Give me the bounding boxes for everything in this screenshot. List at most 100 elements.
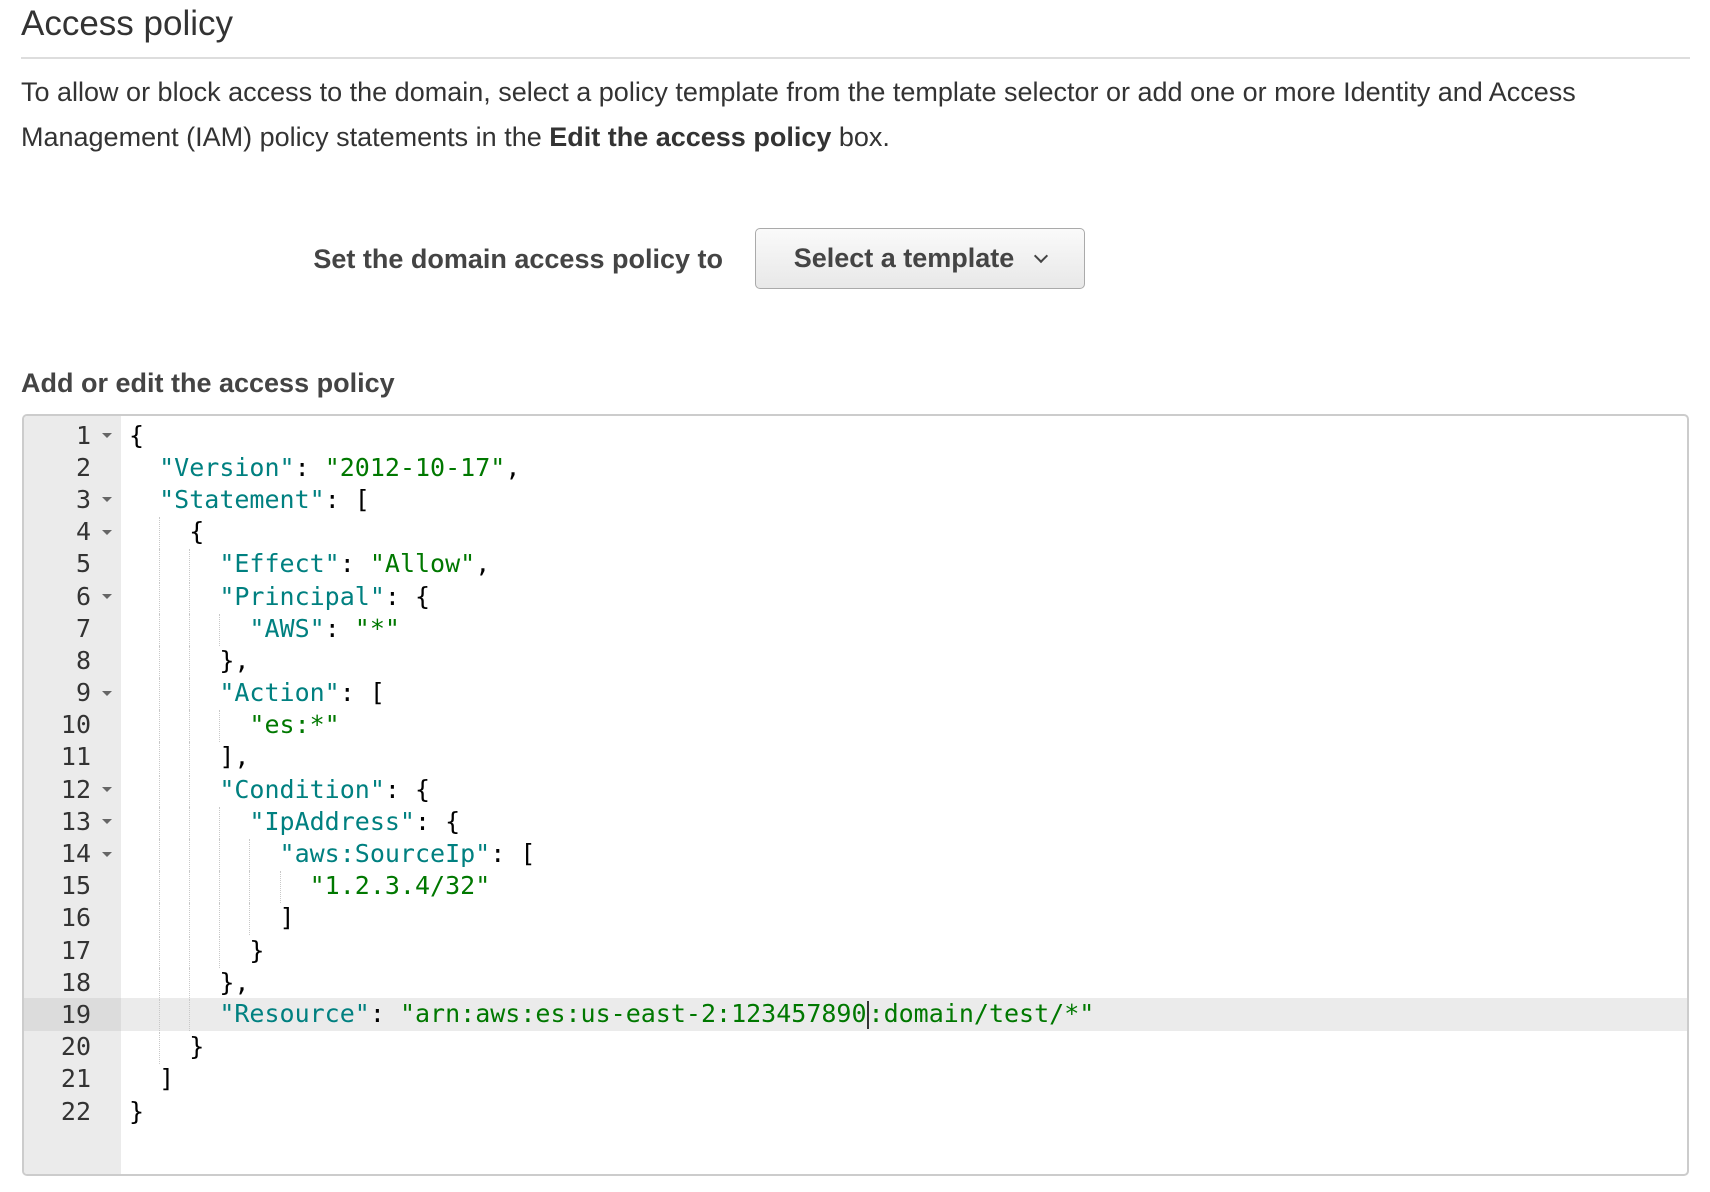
indent-guide (249, 839, 251, 872)
code-line[interactable]: 10 "es:*" (24, 709, 1687, 743)
code-line[interactable]: 18 }, (24, 966, 1687, 1000)
line-number-text: 17 (60, 935, 91, 965)
indent-guide (159, 742, 161, 775)
json-key: "AWS" (249, 613, 325, 643)
code-line[interactable]: 12 "Condition": { (24, 773, 1687, 807)
code-content: "Effect": "Allow", (121, 549, 490, 582)
line-number: 13 (24, 805, 121, 837)
line-number: 14 (24, 837, 121, 869)
line-number: 17 (24, 934, 121, 966)
json-punctuation: { (129, 420, 145, 450)
indent-guide (189, 839, 191, 872)
policy-code-editor[interactable]: 1{2 "Version": "2012-10-17", 3 "Statement… (22, 414, 1689, 1176)
line-number: 18 (24, 966, 121, 998)
indent-guide (189, 806, 191, 839)
code-line[interactable]: 8 }, (24, 644, 1687, 678)
line-number-text: 12 (60, 774, 91, 804)
json-punctuation: } (129, 1096, 145, 1126)
code-line[interactable]: 7 "AWS": "*" (24, 612, 1687, 646)
fold-toggle-icon[interactable] (102, 529, 112, 535)
line-number: 20 (24, 1031, 121, 1063)
line-number-text: 7 (75, 613, 91, 643)
json-punctuation: : (294, 452, 325, 482)
fold-toggle-icon[interactable] (102, 690, 112, 696)
indent-guide (189, 645, 191, 678)
fold-toggle-icon[interactable] (102, 594, 112, 600)
code-line[interactable]: 4 { (24, 516, 1687, 550)
indent-guide (159, 1032, 161, 1065)
code-line[interactable]: 6 "Principal": { (24, 580, 1687, 614)
line-number-text: 16 (60, 903, 91, 933)
code-line[interactable]: 20 } (24, 1031, 1687, 1065)
json-string: "*" (354, 613, 400, 643)
indent-guide (219, 839, 221, 872)
code-line[interactable]: 19 "Resource": "arn:aws:es:us-east-2:123… (24, 998, 1687, 1032)
json-punctuation: } (249, 935, 265, 965)
fold-toggle-icon[interactable] (102, 787, 112, 793)
indent-guide (159, 549, 161, 582)
template-select-value: Select a template (793, 243, 1015, 273)
line-number-text: 6 (75, 581, 91, 611)
line-number-text: 18 (60, 967, 91, 997)
code-line[interactable]: 1{ (24, 419, 1687, 451)
fold-toggle-icon[interactable] (102, 819, 112, 825)
code-content: } (121, 1032, 204, 1065)
editor-code-area[interactable]: 1{2 "Version": "2012-10-17", 3 "Statement… (24, 416, 1687, 1127)
line-number: 2 (24, 451, 121, 483)
json-key: "Statement" (159, 484, 325, 514)
indent-guide (159, 710, 161, 743)
title-divider (21, 57, 1690, 59)
code-content: ] (121, 1064, 174, 1093)
code-line[interactable]: 3 "Statement": [ (24, 483, 1687, 515)
code-line[interactable]: 14 "aws:SourceIp": [ (24, 837, 1687, 872)
line-number: 11 (24, 741, 121, 773)
indent-guide (189, 935, 191, 968)
code-line[interactable]: 2 "Version": "2012-10-17", (24, 451, 1687, 483)
line-number: 22 (24, 1095, 121, 1127)
line-number-text: 3 (75, 484, 91, 514)
code-line[interactable]: 16 ] (24, 902, 1687, 936)
line-number-text: 9 (75, 678, 91, 708)
json-punctuation: , (505, 452, 521, 482)
code-line[interactable]: 11 ], (24, 741, 1687, 775)
code-content: ], (121, 742, 249, 775)
code-line[interactable]: 21 ] (24, 1063, 1687, 1095)
line-number-text: 4 (75, 517, 91, 547)
code-line[interactable]: 22} (24, 1095, 1687, 1127)
fold-toggle-icon[interactable] (102, 497, 112, 503)
fold-toggle-icon[interactable] (102, 851, 112, 857)
indent-guide (189, 774, 191, 807)
indent-guide (249, 871, 251, 904)
indent-guide (189, 871, 191, 904)
fold-toggle-icon[interactable] (102, 433, 112, 439)
line-number: 3 (24, 483, 121, 515)
code-content: "Version": "2012-10-17", (121, 453, 520, 482)
description-bold-text: Edit the access policy (549, 122, 832, 152)
json-punctuation: : { (384, 581, 431, 611)
line-number: 7 (24, 612, 121, 644)
line-number-text: 1 (75, 420, 91, 450)
code-line[interactable]: 15 "1.2.3.4/32" (24, 870, 1687, 904)
template-select-button[interactable]: Select a template (755, 228, 1085, 289)
indent-guide (159, 903, 161, 936)
line-number-text: 8 (75, 645, 91, 675)
line-number: 1 (24, 419, 121, 451)
json-string: "2012-10-17" (324, 452, 506, 482)
json-string: "Allow" (369, 549, 476, 579)
indent-guide (159, 774, 161, 807)
code-line[interactable]: 9 "Action": [ (24, 677, 1687, 711)
indent-guide (159, 935, 161, 968)
line-number-text: 14 (60, 839, 91, 869)
indent-guide (219, 806, 221, 839)
editor-label: Add or edit the access policy (21, 368, 395, 398)
code-line[interactable]: 5 "Effect": "Allow", (24, 548, 1687, 582)
json-key: "Version" (159, 452, 295, 482)
json-punctuation: : [ (490, 839, 536, 869)
code-content: "Principal": { (121, 581, 431, 614)
line-number-text: 21 (60, 1064, 91, 1094)
line-number: 15 (24, 870, 121, 902)
description-text-end: box. (831, 122, 890, 152)
code-line[interactable]: 13 "IpAddress": { (24, 805, 1687, 839)
code-content: "Statement": [ (121, 485, 370, 514)
code-line[interactable]: 17 } (24, 934, 1687, 968)
